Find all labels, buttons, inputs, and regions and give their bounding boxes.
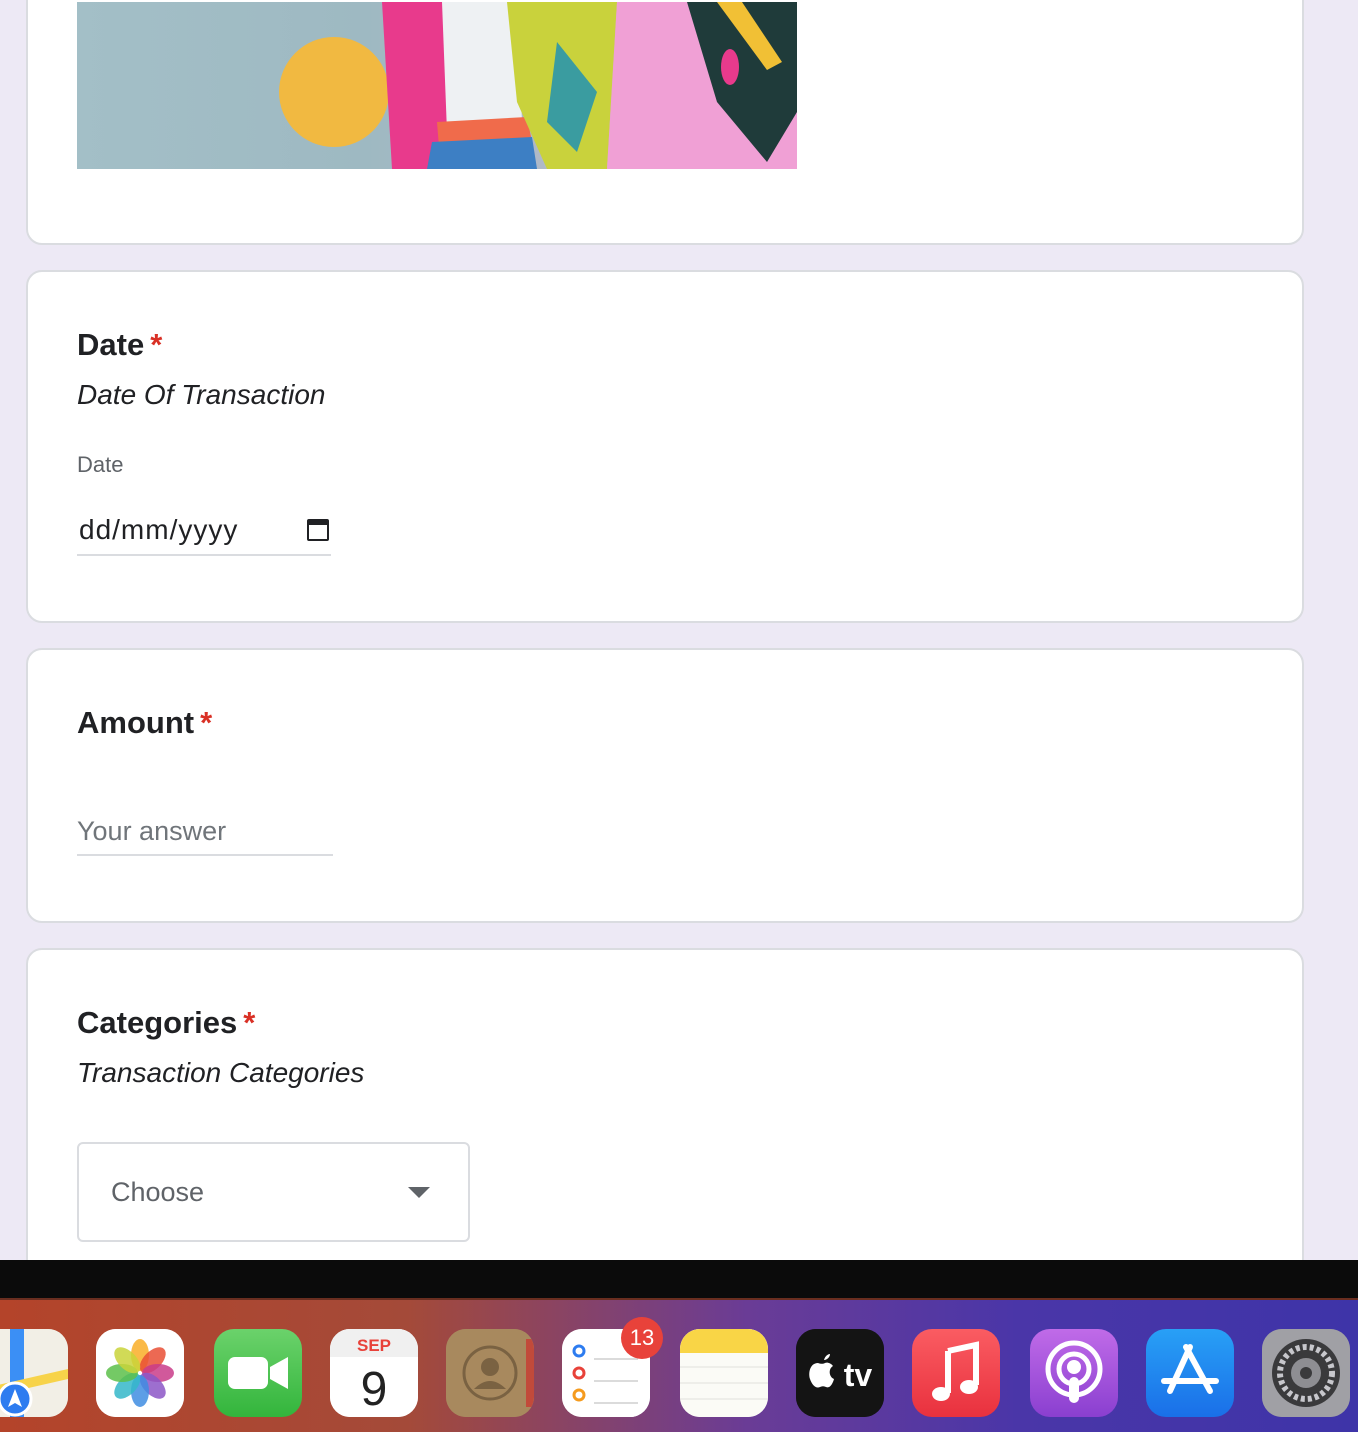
calendar-picker-icon[interactable] — [307, 519, 329, 541]
amount-input[interactable]: Your answer — [77, 808, 333, 856]
categories-question-title: Categories * — [77, 1005, 255, 1041]
tv-icon[interactable]: tv — [796, 1329, 884, 1417]
dock: SEP 9 13 tv — [0, 1298, 1358, 1432]
required-asterisk: * — [150, 327, 163, 362]
music-icon[interactable] — [912, 1329, 1000, 1417]
date-placeholder: dd/mm/yyyy — [79, 514, 239, 545]
amount-question-card: Amount * Your answer — [26, 648, 1304, 923]
categories-question-description: Transaction Categories — [77, 1057, 365, 1088]
date-question-card: Date * Date Of Transaction Date dd/mm/yyy… — [26, 270, 1304, 623]
amount-question-title: Amount * — [77, 705, 212, 741]
header-image — [77, 2, 797, 169]
tv-label: tv — [844, 1357, 873, 1393]
settings-icon[interactable] — [1262, 1329, 1350, 1417]
window-edge-bar — [0, 1260, 1358, 1298]
reminders-badge: 13 — [621, 1317, 663, 1359]
dropdown-arrow-icon — [408, 1186, 430, 1198]
app-store-icon[interactable] — [1146, 1329, 1234, 1417]
date-question-title: Date * — [77, 327, 162, 363]
date-title-text: Date — [77, 327, 145, 362]
contacts-icon[interactable] — [446, 1329, 534, 1417]
categories-dropdown[interactable]: Choose — [77, 1142, 470, 1242]
podcasts-icon[interactable] — [1030, 1329, 1118, 1417]
notes-icon[interactable] — [680, 1329, 768, 1417]
categories-dropdown-value: Choose — [111, 1176, 205, 1207]
categories-title-text: Categories — [77, 1005, 238, 1040]
date-input[interactable]: dd/mm/yyyy — [77, 506, 331, 556]
categories-question-card: Categories * Transaction Categories Choos… — [26, 948, 1304, 1288]
photos-icon[interactable] — [96, 1329, 184, 1417]
required-asterisk: * — [200, 705, 213, 740]
facetime-icon[interactable] — [214, 1329, 302, 1417]
date-question-description: Date Of Transaction — [77, 379, 326, 410]
calendar-icon[interactable]: SEP 9 — [330, 1329, 418, 1417]
amount-title-text: Amount — [77, 705, 195, 740]
header-image-card — [26, 0, 1304, 245]
calendar-month: SEP — [357, 1336, 391, 1355]
calendar-day: 9 — [361, 1363, 388, 1416]
maps-icon[interactable] — [0, 1329, 68, 1417]
date-field-label: Date — [77, 452, 124, 477]
required-asterisk: * — [243, 1005, 256, 1040]
